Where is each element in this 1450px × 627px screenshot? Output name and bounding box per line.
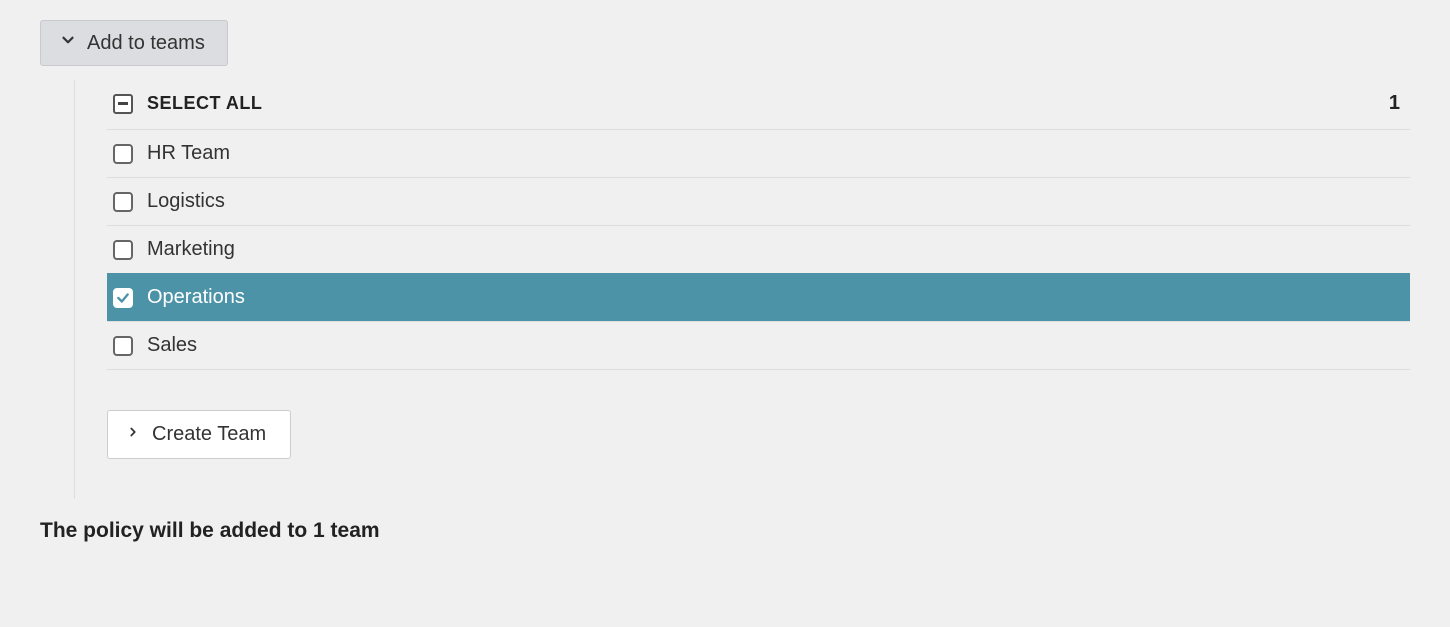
team-name: Marketing: [147, 238, 235, 261]
select-all-label: SELECT ALL: [147, 93, 262, 114]
team-checkbox[interactable]: [113, 144, 133, 164]
summary-text: The policy will be added to 1 team: [40, 499, 1410, 543]
team-checkbox[interactable]: [113, 288, 133, 308]
team-row[interactable]: Marketing: [107, 225, 1410, 273]
team-row[interactable]: Operations: [107, 273, 1410, 321]
create-team-label: Create Team: [152, 423, 266, 446]
chevron-right-icon: [126, 423, 140, 446]
team-name: Logistics: [147, 190, 225, 213]
team-row[interactable]: HR Team: [107, 130, 1410, 177]
create-team-button[interactable]: Create Team: [107, 410, 291, 459]
team-name: Sales: [147, 334, 197, 357]
add-to-teams-label: Add to teams: [87, 32, 205, 55]
team-name: HR Team: [147, 142, 230, 165]
chevron-down-icon: [59, 31, 77, 55]
teams-panel: SELECT ALL 1 HR Team Logistics Marketing Op…: [74, 80, 1410, 499]
team-checkbox[interactable]: [113, 336, 133, 356]
team-checkbox[interactable]: [113, 192, 133, 212]
add-to-teams-toggle[interactable]: Add to teams: [40, 20, 228, 66]
team-row[interactable]: Logistics: [107, 177, 1410, 225]
team-checkbox[interactable]: [113, 240, 133, 260]
team-name: Operations: [147, 286, 245, 309]
team-list: HR Team Logistics Marketing Operations Sales: [107, 130, 1410, 370]
select-all-row[interactable]: SELECT ALL 1: [107, 80, 1410, 130]
select-all-checkbox[interactable]: [113, 94, 133, 114]
team-row[interactable]: Sales: [107, 321, 1410, 369]
selected-count: 1: [1389, 92, 1404, 115]
